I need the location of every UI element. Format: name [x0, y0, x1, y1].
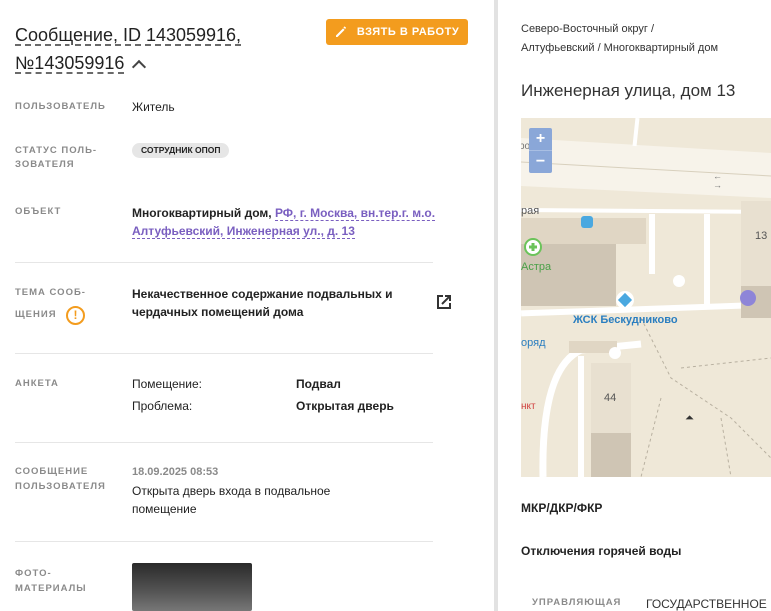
status-badge: СОТРУДНИК ОПОП	[132, 143, 230, 158]
map-arrows-icon: ← →	[713, 171, 722, 190]
message-title-text: Сообщение, ID 143059916, №143059916	[15, 25, 242, 73]
map-building-13: 13	[755, 230, 768, 242]
divider	[15, 442, 433, 443]
object-address-link-1[interactable]: РФ, г. Москва, вн.тер.г. м.о.	[274, 206, 436, 221]
map-label-ryad: оряд	[521, 337, 546, 349]
user-message-line1: Открыта дверь входа в подвальное	[132, 484, 331, 498]
warning-icon: !	[66, 306, 85, 325]
divider	[15, 353, 433, 354]
divider	[15, 541, 433, 542]
photo-label-line2: МАТЕРИАЛЫ	[15, 583, 87, 594]
hot-water-label: Отключения горячей воды	[521, 544, 682, 558]
map-canvas	[521, 118, 771, 477]
survey-label: АНКЕТА	[15, 378, 59, 389]
object-type: Многоквартирный дом,	[132, 206, 272, 220]
object-value: Многоквартирный дом, РФ, г. Москва, вн.т…	[132, 204, 452, 240]
map-zoom-control: + −	[529, 128, 552, 173]
user-message-line2: помещение	[132, 502, 197, 516]
user-message-label-line2: ПОЛЬЗОВАТЕЛЯ	[15, 481, 106, 492]
topic-label-line2: ЩЕНИЯ	[15, 309, 57, 320]
topic-label-line1: ТЕМА СООБ-	[15, 287, 86, 298]
take-to-work-label: ВЗЯТЬ В РАБОТУ	[356, 26, 460, 38]
management-value: ГОСУДАРСТВЕННОЕ Б	[646, 597, 771, 611]
survey-key-room: Помещение:	[132, 377, 202, 391]
user-label: ПОЛЬЗОВАТЕЛЬ	[15, 101, 106, 112]
photo-label-line1: ФОТО-	[15, 568, 52, 579]
breadcrumb-line1: Северо-Восточный округ /	[521, 23, 655, 35]
pencil-icon	[335, 26, 346, 37]
program-label: МКР/ДКР/ФКР	[521, 501, 603, 515]
survey-key-problem: Проблема:	[132, 399, 193, 413]
divider	[15, 262, 433, 263]
take-to-work-button[interactable]: ВЗЯТЬ В РАБОТУ	[326, 19, 468, 45]
address-title: Инженерная улица, дом 13	[521, 81, 736, 100]
topic-value-line1: Некачественное содержание подвальных и	[132, 287, 393, 301]
map[interactable]: рая рон Астра ЖСК Бескудниково оряд нкт …	[521, 118, 771, 477]
map-stairs-icon: ⏶	[685, 412, 694, 424]
zoom-out-button[interactable]: −	[529, 150, 552, 173]
map-label-zhsk: ЖСК Бескудниково	[573, 314, 678, 326]
survey-value-problem: Открытая дверь	[296, 399, 394, 413]
topic-value: Некачественное содержание подвальных и ч…	[132, 285, 422, 321]
user-message-label-line1: СООБЩЕНИЕ	[15, 466, 89, 477]
object-address-link-2[interactable]: Алтуфьевский, Инженерная ул., д. 13	[132, 224, 355, 239]
location-panel: Северо-Восточный округ / Алтуфьевский / …	[498, 0, 771, 611]
photo-thumbnail[interactable]	[132, 563, 252, 611]
breadcrumb-line2: Алтуфьевский / Многоквартирный дом	[521, 42, 719, 54]
chevron-up-icon[interactable]	[132, 59, 147, 75]
user-value: Житель	[132, 100, 175, 114]
management-label: УПРАВЛЯЮЩАЯ	[532, 597, 622, 608]
user-status-label-line2: ЗОВАТЕЛЯ	[15, 159, 75, 170]
message-panel: Сообщение, ID 143059916, №143059916 ВЗЯТ…	[0, 0, 494, 611]
map-label-astra: Астра	[521, 261, 552, 273]
topic-value-line2: чердачных помещений дома	[132, 305, 304, 319]
zoom-in-button[interactable]: +	[529, 128, 552, 150]
object-label: ОБЪЕКТ	[15, 206, 62, 217]
user-message-text: Открыта дверь входа в подвальное помещен…	[132, 482, 432, 518]
user-message-date: 18.09.2025 08:53	[132, 466, 219, 478]
map-label-nkt: нкт	[521, 401, 536, 412]
message-title[interactable]: Сообщение, ID 143059916, №143059916	[15, 21, 315, 77]
map-building-44: 44	[604, 392, 617, 404]
survey-value-room: Подвал	[296, 377, 341, 391]
breadcrumb: Северо-Восточный округ / Алтуфьевский / …	[521, 20, 761, 58]
open-external-icon[interactable]	[434, 292, 454, 312]
user-status-label-line1: СТАТУС ПОЛЬ-	[15, 145, 98, 156]
map-label-rayon: рая	[521, 205, 540, 217]
